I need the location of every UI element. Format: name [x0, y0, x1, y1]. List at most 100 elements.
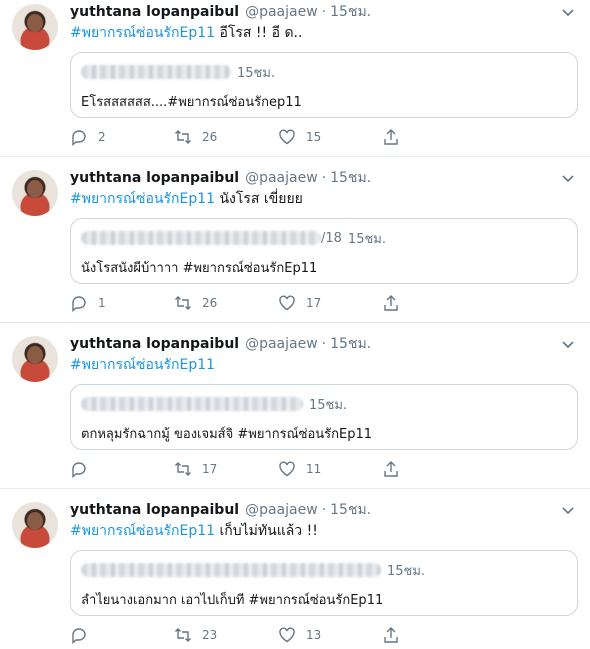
timestamp[interactable]: 15ชม. — [330, 333, 371, 355]
share-button[interactable] — [382, 294, 486, 312]
chevron-down-icon[interactable] — [560, 336, 576, 352]
reply-icon — [72, 462, 86, 478]
reply-icon — [72, 130, 86, 146]
like-button[interactable]: 11 — [278, 460, 382, 478]
tweet-feed: yuthtana lopanpaibul @paajaew · 15ชม. #พ… — [0, 0, 590, 649]
display-name[interactable]: yuthtana lopanpaibul — [70, 170, 239, 186]
chevron-down-icon[interactable] — [560, 502, 576, 518]
quoted-timestamp: 15ชม. — [387, 563, 426, 579]
like-count: 17 — [306, 296, 322, 310]
quoted-tweet[interactable]: /18 15ชม. นังโรสนังผีบ้าาาา #พยากรณ์ซ่อน… — [70, 218, 578, 284]
quoted-tweet-header: 15ชม. — [81, 63, 275, 81]
reply-icon — [72, 296, 86, 312]
display-name[interactable]: yuthtana lopanpaibul — [70, 336, 239, 352]
timestamp[interactable]: 15ชม. — [330, 499, 371, 521]
share-icon — [384, 295, 398, 311]
share-icon — [384, 129, 398, 145]
user-handle[interactable]: @paajaew — [245, 502, 318, 518]
tweet-text: #พยากรณ์ซ่อนรักEp11 เก็บไม่ทันแล้ว !! — [70, 520, 318, 542]
hashtag-link[interactable]: #พยากรณ์ซ่อนรักEp11 — [70, 523, 215, 539]
retweet-count: 17 — [202, 462, 218, 476]
quoted-tweet-header: 15ชม. — [81, 395, 347, 413]
tweet-header: yuthtana lopanpaibul @paajaew · 15ชม. — [70, 500, 371, 520]
user-handle[interactable]: @paajaew — [245, 336, 318, 352]
display-name[interactable]: yuthtana lopanpaibul — [70, 4, 239, 20]
separator-dot: · — [321, 502, 327, 518]
tweet[interactable]: yuthtana lopanpaibul @paajaew · 15ชม. #พ… — [0, 0, 590, 157]
retweet-button[interactable]: 17 — [174, 460, 278, 478]
tweet-actions: 17 11 — [70, 460, 510, 478]
quoted-tweet[interactable]: 15ชม. ลำไยนางเอกมาก เอาไปเก็บที #พยากรณ์… — [70, 550, 578, 616]
retweet-icon — [175, 462, 191, 476]
hashtag-link[interactable]: #พยากรณ์ซ่อนรักEp11 — [70, 357, 215, 373]
retweet-button[interactable]: 26 — [174, 294, 278, 312]
tweet[interactable]: yuthtana lopanpaibul @paajaew · 15ชม. #พ… — [0, 166, 590, 323]
retweet-icon — [175, 130, 191, 144]
timestamp[interactable]: 15ชม. — [330, 167, 371, 189]
like-button[interactable]: 17 — [278, 294, 382, 312]
like-button[interactable]: 13 — [278, 626, 382, 644]
quoted-timestamp: 15ชม. — [237, 65, 276, 81]
reply-icon — [72, 628, 86, 644]
display-name[interactable]: yuthtana lopanpaibul — [70, 502, 239, 518]
tweet[interactable]: yuthtana lopanpaibul @paajaew · 15ชม. #พ… — [0, 332, 590, 489]
retweet-button[interactable]: 26 — [174, 128, 278, 146]
retweet-button[interactable]: 23 — [174, 626, 278, 644]
reply-button[interactable] — [70, 460, 174, 478]
timestamp[interactable]: 15ชม. — [330, 1, 371, 23]
quoted-tweet-text: ลำไยนางเอกมาก เอาไปเก็บที #พยากรณ์ซ่อนรั… — [81, 593, 384, 608]
tweet-text-rest: อีโรส !! อี ด.. — [215, 25, 303, 41]
chevron-down-icon[interactable] — [560, 4, 576, 20]
retweet-icon — [175, 296, 191, 310]
like-count: 13 — [306, 628, 322, 642]
tweet-header: yuthtana lopanpaibul @paajaew · 15ชม. — [70, 2, 371, 22]
retweet-count: 26 — [202, 130, 218, 144]
blurred-user-info — [81, 65, 231, 79]
retweet-count: 23 — [202, 628, 218, 642]
share-icon — [384, 627, 398, 643]
chevron-down-icon[interactable] — [560, 170, 576, 186]
like-button[interactable]: 15 — [278, 128, 382, 146]
avatar[interactable] — [12, 170, 58, 216]
blurred-user-info — [81, 563, 381, 577]
retweet-count: 26 — [202, 296, 218, 310]
reply-button[interactable]: 2 — [70, 128, 174, 146]
separator-dot: · — [321, 4, 327, 20]
tweet-actions: 2 26 15 — [70, 128, 510, 146]
hashtag-link[interactable]: #พยากรณ์ซ่อนรักEp11 — [70, 191, 215, 207]
tweet-header: yuthtana lopanpaibul @paajaew · 15ชม. — [70, 334, 371, 354]
tweet-text-rest: เก็บไม่ทันแล้ว !! — [215, 523, 318, 539]
user-handle[interactable]: @paajaew — [245, 170, 318, 186]
blurred-user-info — [81, 397, 303, 411]
avatar[interactable] — [12, 4, 58, 50]
reply-count: 1 — [98, 296, 106, 310]
separator-dot: · — [321, 336, 327, 352]
tweet[interactable]: yuthtana lopanpaibul @paajaew · 15ชม. #พ… — [0, 498, 590, 649]
avatar[interactable] — [12, 336, 58, 382]
user-handle[interactable]: @paajaew — [245, 4, 318, 20]
reply-button[interactable] — [70, 626, 174, 644]
quoted-tweet-text: ตกหลุมรักฉากมู้ ของเจมส์จิ #พยากรณ์ซ่อนร… — [81, 427, 373, 442]
quoted-tweet-header: 15ชม. — [81, 561, 425, 579]
quoted-tweet[interactable]: 15ชม. ตกหลุมรักฉากมู้ ของเจมส์จิ #พยากรณ… — [70, 384, 578, 450]
reply-count: 2 — [98, 130, 106, 144]
tweet-actions: 1 26 17 — [70, 294, 510, 312]
reply-button[interactable]: 1 — [70, 294, 174, 312]
quoted-date-fragment: /18 — [321, 230, 342, 246]
quoted-timestamp: 15ชม. — [347, 231, 386, 247]
heart-icon — [279, 129, 295, 145]
like-count: 15 — [306, 130, 322, 144]
heart-icon — [279, 627, 295, 643]
tweet-text-rest: นังโรส เขี่ยยย — [215, 191, 303, 207]
tweet-text: #พยากรณ์ซ่อนรักEp11 นังโรส เขี่ยยย — [70, 188, 303, 210]
share-button[interactable] — [382, 460, 486, 478]
quoted-tweet-text: Eโรสสสสสส....#พยากรณ์ซ่อนรักep11 — [81, 95, 302, 110]
avatar[interactable] — [12, 502, 58, 548]
share-button[interactable] — [382, 128, 486, 146]
share-button[interactable] — [382, 626, 486, 644]
quoted-tweet[interactable]: 15ชม. Eโรสสสสสส....#พยากรณ์ซ่อนรักep11 — [70, 52, 578, 118]
share-icon — [384, 461, 398, 477]
tweet-text: #พยากรณ์ซ่อนรักEp11 อีโรส !! อี ด.. — [70, 22, 302, 44]
hashtag-link[interactable]: #พยากรณ์ซ่อนรักEp11 — [70, 25, 215, 41]
blurred-user-info — [81, 231, 321, 245]
